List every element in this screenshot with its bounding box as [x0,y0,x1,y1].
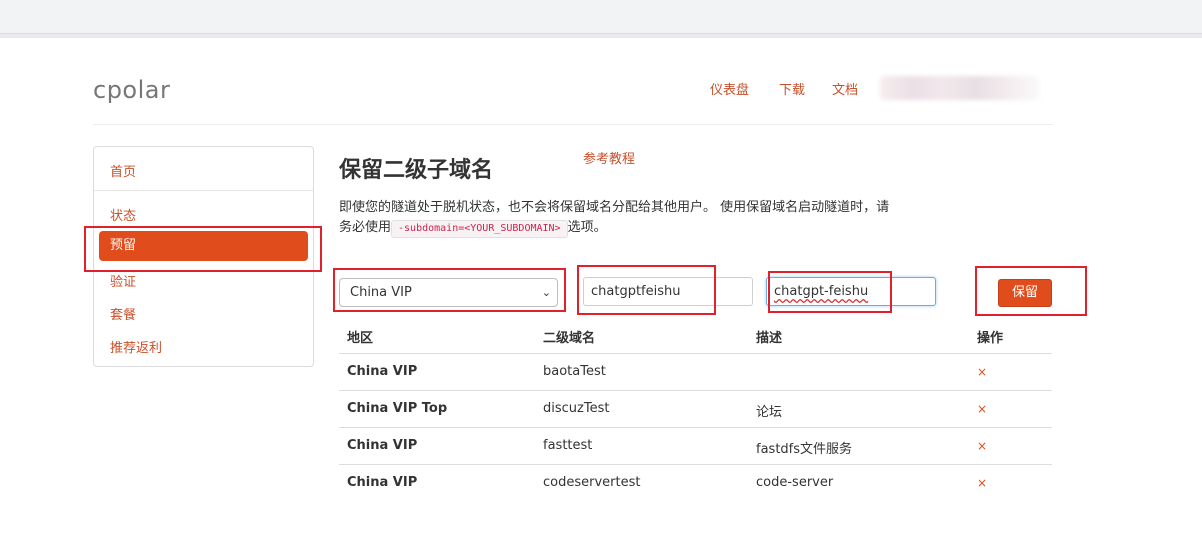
table-header-description: 描述 [756,331,783,346]
row-region: China VIP [347,438,418,453]
row-subdomain: codeservertest [543,475,641,490]
table-divider [339,353,1052,354]
highlight-box-region [333,268,566,312]
description-text-2: 选项。 [567,220,607,235]
sidebar-divider [94,190,313,191]
table-header-subdomain: 二级域名 [543,331,596,346]
highlight-box-save [975,266,1087,316]
delete-icon[interactable]: × [977,365,987,379]
row-region: China VIP Top [347,401,448,416]
highlight-box-description [768,271,892,313]
table-divider [339,390,1052,391]
page-description: 即使您的隧道处于脱机状态，也不会将保留域名分配给其他用户。 使用保留域名启动隧道… [339,198,899,238]
sidebar-item-home[interactable]: 首页 [110,161,136,180]
row-description: 论坛 [756,405,783,420]
user-account-blurred[interactable] [880,76,1040,100]
highlight-box-sidebar [84,226,322,272]
table-header-action: 操作 [977,331,1004,346]
sidebar-item-status[interactable]: 状态 [110,205,136,224]
tutorial-link[interactable]: 参考教程 [583,148,635,167]
sidebar-item-referral[interactable]: 推荐返利 [110,337,162,356]
row-region: China VIP [347,364,418,379]
row-subdomain: baotaTest [543,364,606,379]
nav-download-link[interactable]: 下载 [779,79,805,98]
row-subdomain: fasttest [543,438,593,453]
sidebar-item-plans[interactable]: 套餐 [110,304,136,323]
delete-icon[interactable]: × [977,439,987,453]
table-header-region: 地区 [347,331,374,346]
cpolar-logo[interactable]: cpolar [93,76,170,104]
header-divider [93,124,1053,125]
row-region: China VIP [347,475,418,490]
nav-dashboard-link[interactable]: 仪表盘 [710,79,749,98]
table-divider [339,464,1052,465]
delete-icon[interactable]: × [977,476,987,490]
page-title: 保留二级子域名 [339,158,494,183]
nav-docs-link[interactable]: 文档 [832,79,858,98]
subdomain-option-code: -subdomain=<YOUR_SUBDOMAIN> [391,220,568,238]
table-divider [339,427,1052,428]
browser-toolbar [0,0,1202,38]
row-description: fastdfs文件服务 [756,442,853,457]
delete-icon[interactable]: × [977,402,987,416]
browser-strip [0,34,1202,38]
row-description: code-server [756,475,834,490]
highlight-box-subdomain [577,265,716,315]
sidebar-item-verify[interactable]: 验证 [110,271,136,290]
row-subdomain: discuzTest [543,401,610,416]
